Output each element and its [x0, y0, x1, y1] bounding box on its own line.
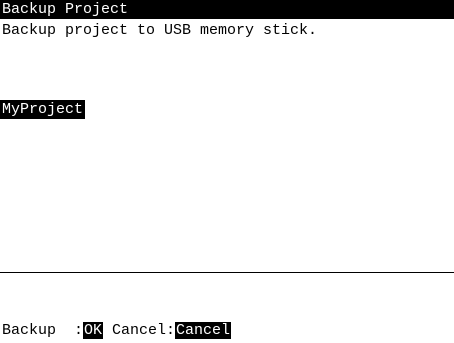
dialog-description: Backup project to USB memory stick. — [2, 22, 318, 39]
ok-button[interactable]: OK — [83, 322, 104, 339]
dialog-title: Backup Project — [0, 0, 454, 19]
action-bar: Backup :OK Cancel:Cancel — [2, 321, 232, 340]
backup-label: Backup : — [2, 322, 84, 339]
cancel-button[interactable]: Cancel — [175, 322, 232, 339]
divider — [0, 272, 454, 273]
project-list-item-selected[interactable]: MyProject — [0, 100, 86, 119]
backup-dialog: Backup Project Backup project to USB mem… — [0, 0, 454, 343]
cancel-label: Cancel: — [103, 322, 176, 339]
